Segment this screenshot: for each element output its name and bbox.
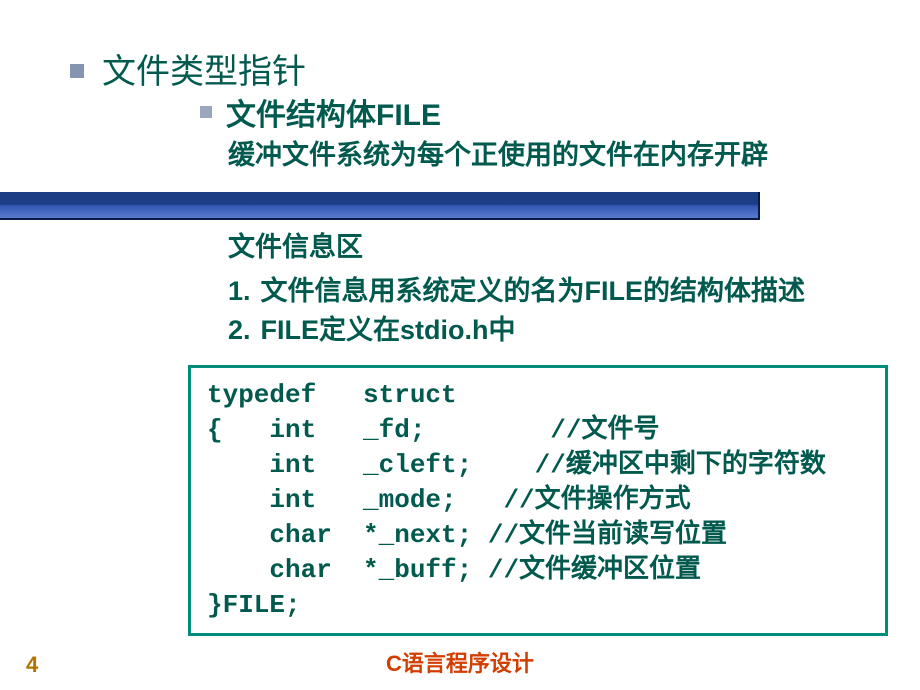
paragraph-line-2: 文件信息区 <box>228 227 850 269</box>
ordered-item-2: 2. FILE定义在stdio.h中 <box>228 308 850 347</box>
code-line: }FILE; <box>207 588 869 623</box>
code-block: typedef struct { int _fd; //文件号 int _cle… <box>188 365 888 637</box>
main-heading: 文件类型指针 <box>102 50 306 96</box>
heading-row: 文件类型指针 <box>70 50 850 96</box>
list-text: 文件信息用系统定义的名为FILE的结构体描述 <box>261 269 806 308</box>
decorative-band <box>0 192 760 220</box>
sub-heading-row: 文件结构体FILE <box>70 96 850 135</box>
list-text: FILE定义在stdio.h中 <box>261 308 516 347</box>
bullet-icon <box>200 106 212 118</box>
code-line: char *_next; //文件当前读写位置 <box>207 518 869 553</box>
ordered-item-1: 1. 文件信息用系统定义的名为FILE的结构体描述 <box>228 269 850 308</box>
paragraph-line-1: 缓冲文件系统为每个正使用的文件在内存开辟 <box>228 135 850 177</box>
sub-heading: 文件结构体FILE <box>226 96 441 135</box>
footer: 4 C语言程序设计 <box>0 646 920 678</box>
code-line: int _mode; //文件操作方式 <box>207 483 869 518</box>
bullet-icon <box>70 64 84 78</box>
list-number: 1. <box>228 276 251 307</box>
code-line: int _cleft; //缓冲区中剩下的字符数 <box>207 448 869 483</box>
paragraph-block: 缓冲文件系统为每个正使用的文件在内存开辟 文件信息区 1. 文件信息用系统定义的… <box>70 135 850 347</box>
list-number: 2. <box>228 315 251 346</box>
code-line: char *_buff; //文件缓冲区位置 <box>207 553 869 588</box>
footer-title: C语言程序设计 <box>0 646 920 678</box>
page-number: 4 <box>26 652 38 678</box>
slide: 文件类型指针 文件结构体FILE 缓冲文件系统为每个正使用的文件在内存开辟 文件… <box>0 0 920 690</box>
code-line: { int _fd; //文件号 <box>207 413 869 448</box>
code-line: typedef struct <box>207 378 869 413</box>
